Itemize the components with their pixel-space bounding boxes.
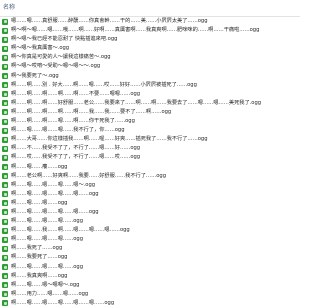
file-name: 啊……啊……啊……啊……啊……我……我……要不了……啊……ogg (11, 108, 172, 115)
file-name: 啊……老公啊……好爽啊……我要……好舒服……我不行了……ogg (11, 172, 167, 179)
audio-file-icon (2, 173, 8, 180)
file-name: 啊～我要死了～.ogg (11, 72, 59, 79)
audio-file-icon (2, 100, 8, 107)
file-row[interactable]: 啊……我真爽啊……ogg (0, 272, 300, 281)
audio-file-icon (2, 91, 8, 98)
file-name: 啊……不……我受不了了，不行了……嗯……好……ogg (11, 145, 141, 152)
audio-file-icon (2, 164, 8, 170)
audio-file-icon (2, 282, 8, 289)
file-name: 啊～嗯～我真厲害～.ogg (11, 45, 70, 52)
file-name: 啊……啊……啊……嗯……啊……你干死我了……ogg (11, 118, 135, 125)
audio-file-icon (2, 245, 8, 252)
file-name: 嗯……嗯……真舒服……醉醺……你真會幹……干的……美……小屄屄太美了……ogg (11, 18, 208, 24)
file-row[interactable]: 啊……啊……啊……嗯……啊……你干死我了……ogg (0, 117, 300, 126)
file-row[interactable]: 啊……嗯……嗯……嗯……嗯……嗯……ogg (0, 299, 300, 308)
file-row[interactable]: 啊……嗯……嗯……嗯……ogg (0, 217, 300, 226)
audio-file-icon (2, 191, 8, 198)
audio-file-icon (2, 63, 8, 70)
file-row[interactable]: 啊……嗯……嗯……嗯……嗯……ogg (0, 190, 300, 199)
audio-file-icon (2, 118, 8, 125)
audio-file-icon (2, 145, 8, 152)
file-row[interactable]: 啊……嗯……我……啊……嗯……嗯……嗯……ogg (0, 226, 300, 235)
file-row[interactable]: 啊……老公啊……好爽啊……我要……好舒服……我不行了……ogg (0, 172, 300, 181)
file-name: 啊……哎……我受不了了，不行了……嗯……哎……ogg (11, 154, 141, 161)
file-row[interactable]: 啊……嗯……嗯～嗯嗯～.ogg (0, 281, 300, 290)
audio-file-icon (2, 18, 8, 25)
audio-file-icon (2, 273, 8, 280)
audio-file-icon (2, 254, 8, 261)
file-name: 啊……嗯……我……啊……嗯……嗯……嗯……ogg (11, 227, 130, 234)
file-name: 啊～嗯～我已經不能忍耐了 快點插進來吧.ogg (11, 36, 118, 43)
file-row[interactable]: 啊～你真是可愛的人～讓我這樣痛苦～.ogg (0, 53, 300, 62)
file-row[interactable]: 啊……我死了……ogg (0, 244, 300, 253)
file-row[interactable]: 啊……嗯……嗯……嗯……嗯……ogg (0, 208, 300, 217)
file-row[interactable]: 啊～嗯～哎唷～受助～嗯～嗯～～.ogg (0, 62, 300, 71)
file-row[interactable]: 啊……啊……別 . 好大……啊……嗯……哎……好好……小屄屄被插死了……ogg (0, 81, 300, 90)
file-name: 啊……嗯……嗯……嗯……嗯……ogg (11, 208, 99, 215)
audio-file-icon (2, 127, 8, 134)
file-name: 啊……啊……別 . 好大……啊……嗯……哎……好好……小屄屄被插死了……ogg (11, 81, 197, 88)
file-name: 啊……我要死了……ogg (11, 254, 68, 261)
file-row[interactable]: 啊……嗯……嗯……嗯……ogg (0, 263, 300, 272)
file-row[interactable]: 啊……啊……啊……啊……啊……我……我……要不了……啊……ogg (0, 108, 300, 117)
audio-file-icon (2, 154, 8, 161)
file-row[interactable]: 啊……不……我受不了了，不行了……嗯……好……ogg (0, 144, 300, 153)
file-name: 啊……嗯……嗯……嗯……我不行了，你……ogg (11, 127, 125, 134)
file-name: 啊……嗯……嗯……嗯……ogg (11, 236, 84, 243)
file-row[interactable]: 啊……嗯……癢……ogg (0, 163, 300, 172)
file-name: 啊……啊……啊……好舒服……老公……我要來了……啊……啊……我要去了……嗯……嗯… (11, 99, 262, 106)
file-name: 啊……大哥……你這樣插我……啊……喔……好爽……插死我了……我不行了……ogg (11, 136, 208, 143)
file-name: 啊～啊～嗯……嗯……哦……啊……好啊……真厲害啊……我真爽啊……肥咪咪的……啊…… (11, 27, 260, 34)
file-name: 啊……嗯……嗯……嗯……ogg (11, 263, 84, 270)
audio-file-icon (2, 236, 8, 243)
audio-file-icon (2, 45, 8, 52)
audio-file-icon (2, 82, 8, 89)
audio-file-icon (2, 218, 8, 225)
audio-file-icon (2, 182, 8, 189)
file-name: 啊……啊……啊……啊……啊……不要……嗯嗯……ogg (11, 90, 141, 97)
file-row[interactable]: 啊……嗯……嗯……嗯……嗯～.ogg (0, 181, 300, 190)
audio-file-icon (2, 27, 8, 34)
file-name: 啊……嗯……嗯……嗯……嗯……ogg (11, 190, 99, 197)
file-row[interactable]: 啊……嗯……嗯……嗯……我不行了，你……ogg (0, 126, 300, 135)
audio-file-icon (2, 300, 8, 307)
file-row[interactable]: 啊……嗯……嗯……ogg (0, 199, 300, 208)
file-name: 啊……嗯……嗯……嗯……嗯～.ogg (11, 181, 96, 188)
audio-file-icon (2, 264, 8, 271)
file-name: 啊……嗯……嗯～嗯嗯～.ogg (11, 281, 80, 288)
file-row[interactable]: 啊～啊～嗯……嗯……哦……啊……好啊……真厲害啊……我真爽啊……肥咪咪的……啊…… (0, 26, 300, 35)
column-header[interactable]: 名称 (0, 0, 300, 17)
column-header-name: 名称 (3, 4, 16, 11)
file-name: 啊……用力……嗯……嗯……ogg (11, 290, 89, 297)
file-name: 啊……我真爽啊……ogg (11, 272, 68, 279)
file-row[interactable]: 啊……哎……我受不了了，不行了……嗯……哎……ogg (0, 153, 300, 162)
file-row[interactable]: 嗯……嗯……真舒服……醉醺……你真會幹……干的……美……小屄屄太美了……ogg (0, 17, 300, 26)
file-name: 啊～嗯～哎唷～受助～嗯～嗯～～.ogg (11, 63, 101, 70)
audio-file-icon (2, 73, 8, 80)
file-row[interactable]: 啊……啊……啊……啊……啊……不要……嗯嗯……ogg (0, 90, 300, 99)
file-row[interactable]: 啊～嗯～我已經不能忍耐了 快點插進來吧.ogg (0, 35, 300, 44)
file-row[interactable]: 啊……用力……嗯……嗯……ogg (0, 290, 300, 299)
audio-file-icon (2, 200, 8, 207)
file-row[interactable]: 啊……啊……啊……好舒服……老公……我要來了……啊……啊……我要去了……嗯……嗯… (0, 99, 300, 108)
file-row[interactable]: 啊～我要死了～.ogg (0, 72, 300, 81)
file-name: 啊……嗯……嗯……ogg (11, 199, 68, 206)
audio-file-icon (2, 227, 8, 234)
audio-file-icon (2, 54, 8, 61)
file-name: 啊……嗯……嗯……嗯……ogg (11, 218, 84, 225)
file-list: 嗯……嗯……真舒服……醉醺……你真會幹……干的……美……小屄屄太美了……ogg 啊… (0, 17, 300, 308)
file-row[interactable]: 啊……我要死了……ogg (0, 253, 300, 262)
audio-file-icon (2, 36, 8, 43)
file-row[interactable]: 啊～嗯～我真厲害～.ogg (0, 44, 300, 53)
file-name: 啊～你真是可愛的人～讓我這樣痛苦～.ogg (11, 54, 111, 61)
file-name: 啊……嗯……嗯……嗯……嗯……嗯……ogg (11, 299, 115, 306)
audio-file-icon (2, 109, 8, 116)
file-name: 啊……我死了……ogg (11, 245, 63, 252)
audio-file-icon (2, 209, 8, 216)
audio-file-icon (2, 291, 8, 298)
file-name: 啊……嗯……癢……ogg (11, 163, 68, 170)
file-row[interactable]: 啊……嗯……嗯……嗯……ogg (0, 235, 300, 244)
file-row[interactable]: 啊……大哥……你這樣插我……啊……喔……好爽……插死我了……我不行了……ogg (0, 135, 300, 144)
audio-file-icon (2, 136, 8, 143)
